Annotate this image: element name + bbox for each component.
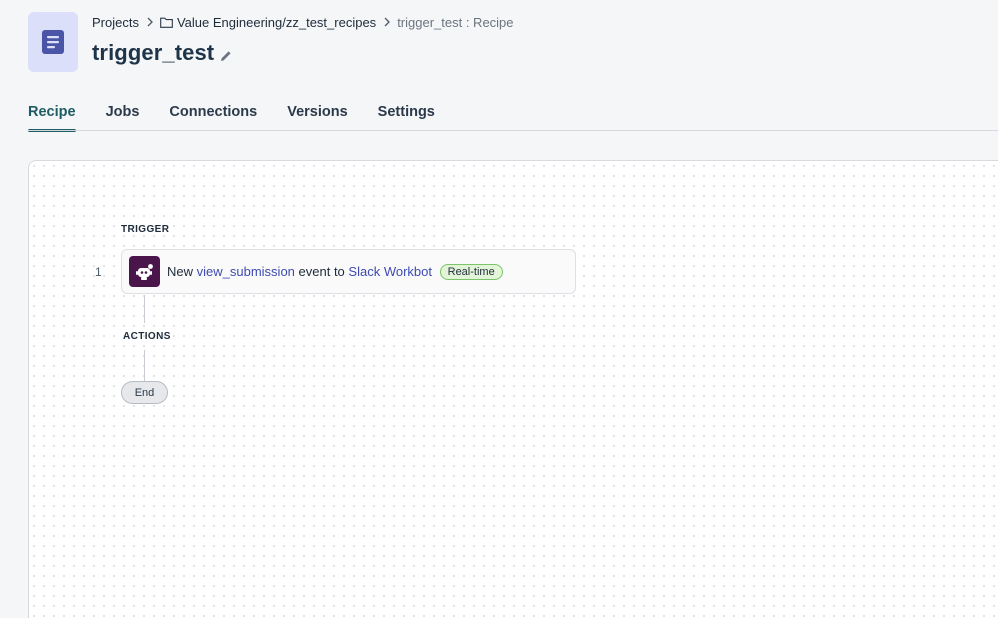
recipe-canvas[interactable] (28, 160, 998, 618)
tab-jobs[interactable]: Jobs (106, 100, 140, 131)
event-name[interactable]: view_submission (197, 264, 295, 279)
end-node: End (121, 381, 168, 404)
tab-settings[interactable]: Settings (378, 100, 435, 131)
connector-line (144, 350, 145, 381)
folder-icon (160, 17, 173, 28)
realtime-badge: Real-time (439, 263, 503, 280)
chevron-right-icon (147, 17, 153, 27)
trigger-section-label: TRIGGER (121, 224, 170, 235)
step-middle: event to (298, 263, 345, 279)
breadcrumb-current: trigger_test : Recipe (397, 14, 514, 30)
actions-section-label: ACTIONS (123, 331, 171, 342)
app-name[interactable]: Slack Workbot (348, 264, 432, 279)
tab-bar: Recipe Jobs Connections Versions Setting… (28, 100, 465, 132)
step-number: 1 (95, 265, 102, 279)
page-title: trigger_test (92, 40, 215, 65)
slack-workbot-icon (129, 256, 160, 287)
tab-connections[interactable]: Connections (169, 100, 257, 131)
step-prefix: New (167, 263, 194, 279)
breadcrumb-folder[interactable]: Value Engineering/zz_test_recipes (177, 15, 376, 30)
trigger-step[interactable]: New view_submission event to Slack Workb… (121, 249, 576, 294)
connector-line (144, 295, 145, 323)
tab-versions[interactable]: Versions (287, 100, 347, 131)
trigger-step-description: New view_submission event to Slack Workb… (167, 263, 503, 280)
tab-recipe[interactable]: Recipe (28, 100, 76, 132)
breadcrumb-projects[interactable]: Projects (92, 15, 139, 30)
breadcrumb: Projects Value Engineering/zz_test_recip… (92, 13, 514, 31)
tabs-divider (28, 130, 998, 131)
recipe-icon (28, 12, 78, 72)
pencil-icon[interactable] (219, 49, 233, 63)
chevron-right-icon (384, 17, 391, 27)
